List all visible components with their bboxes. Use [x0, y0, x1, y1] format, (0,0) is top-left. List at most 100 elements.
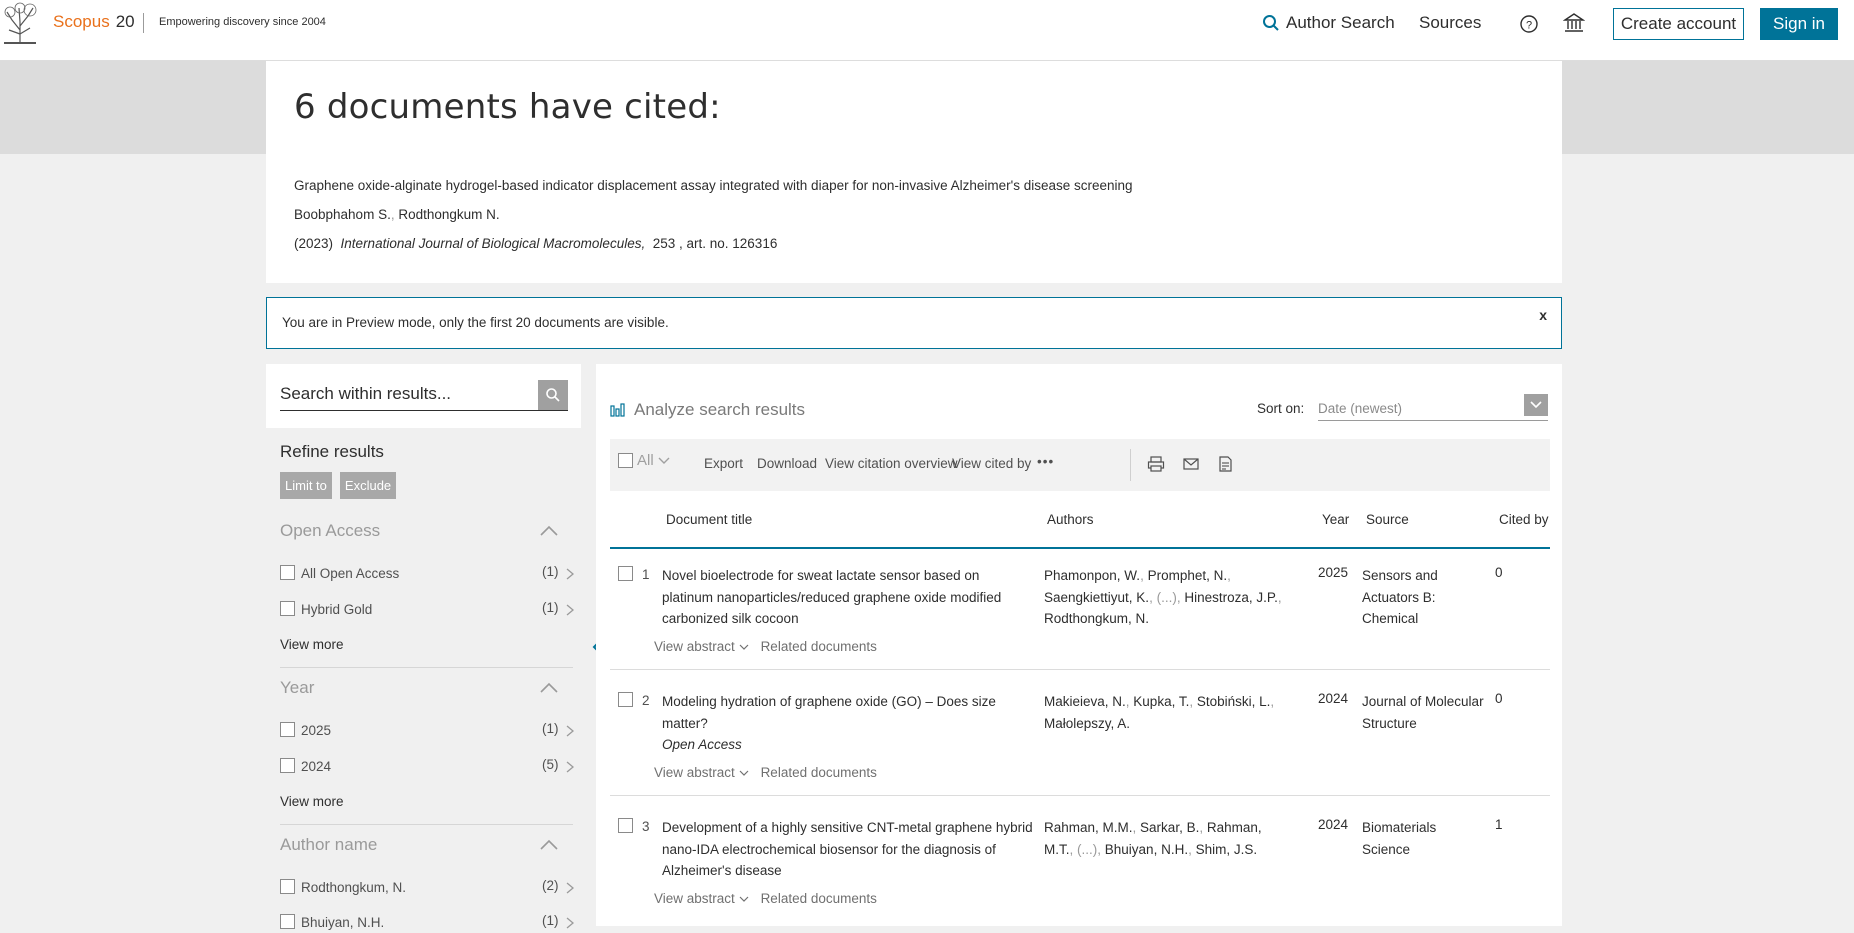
document-source-link[interactable]: Biomaterials Science — [1362, 817, 1486, 860]
authors-ellipsis[interactable]: (...) — [1157, 590, 1177, 605]
bibliography-icon[interactable] — [1216, 455, 1234, 473]
facet-item-hybrid-gold[interactable]: Hybrid Gold (1) — [280, 600, 575, 620]
view-more-open-access[interactable]: View more — [280, 637, 344, 652]
author-link[interactable]: Hinestroza, J.P. — [1184, 590, 1278, 605]
facet-item-all-open-access[interactable]: All Open Access (1) — [280, 564, 575, 584]
facet-item-count: (2) — [542, 878, 559, 893]
document-year: 2024 — [1318, 817, 1349, 832]
export-button[interactable]: Export — [704, 456, 743, 471]
row-divider — [610, 669, 1550, 670]
chevron-up-icon — [540, 839, 558, 850]
chevron-right-icon — [566, 917, 574, 929]
chevron-down-icon — [658, 457, 670, 464]
author-link[interactable]: Rodthongkum, N. — [1044, 611, 1149, 626]
authors-ellipsis[interactable]: (...) — [1077, 842, 1097, 857]
select-all-dropdown[interactable]: All — [618, 452, 670, 469]
document-source-link[interactable]: Journal of Molecular Structure — [1362, 691, 1486, 734]
exclude-button[interactable]: Exclude — [339, 472, 397, 499]
document-title-link[interactable]: Development of a highly sensitive CNT-me… — [662, 817, 1034, 882]
cited-year: (2023) — [294, 236, 334, 251]
facet-item-year-2024[interactable]: 2024 (5) — [280, 757, 575, 777]
facet-item-author[interactable]: Rodthongkum, N. (2) — [280, 878, 575, 898]
checkbox[interactable] — [280, 565, 295, 580]
cited-document-source: (2023) International Journal of Biologic… — [294, 236, 777, 251]
column-header-source[interactable]: Source — [1366, 512, 1409, 527]
cited-document-card: 6 documents have cited: Graphene oxide-a… — [266, 61, 1562, 283]
brand-name: Scopus — [53, 12, 110, 31]
author-link[interactable]: Shim, J.S. — [1196, 842, 1258, 857]
close-banner-button[interactable]: x — [1539, 307, 1547, 323]
checkbox[interactable] — [280, 914, 295, 929]
related-documents-link[interactable]: Related documents — [761, 639, 877, 654]
facet-author-name-header[interactable]: Author name — [280, 835, 563, 861]
print-icon[interactable] — [1147, 455, 1165, 473]
search-placeholder: Search within results... — [280, 384, 452, 403]
create-account-button[interactable]: Create account — [1613, 8, 1744, 40]
column-header-year[interactable]: Year — [1322, 512, 1349, 527]
view-abstract-button[interactable]: View abstract — [654, 891, 749, 906]
document-title-link[interactable]: Novel bioelectrode for sweat lactate sen… — [662, 565, 1034, 630]
checkbox[interactable] — [280, 879, 295, 894]
search-within-input[interactable]: Search within results... — [280, 378, 568, 411]
author-link[interactable]: Stobiński, L. — [1197, 694, 1271, 709]
sort-dropdown-button[interactable] — [1524, 394, 1548, 416]
email-icon[interactable] — [1182, 455, 1200, 473]
facet-item-year-2025[interactable]: 2025 (1) — [280, 721, 575, 741]
document-title-block: Modeling hydration of graphene oxide (GO… — [662, 691, 1034, 756]
author-link[interactable]: Makieieva, N. — [1044, 694, 1126, 709]
column-header-title[interactable]: Document title — [666, 512, 752, 527]
elsevier-tree-logo-icon[interactable] — [0, 0, 40, 46]
author-link[interactable]: Rahman, M.M. — [1044, 820, 1133, 835]
view-cited-by-button[interactable]: View cited by — [952, 456, 1031, 471]
sources-link[interactable]: Sources — [1419, 13, 1481, 33]
search-submit-button[interactable] — [538, 380, 568, 410]
row-checkbox[interactable] — [618, 692, 633, 707]
preview-mode-banner: You are in Preview mode, only the first … — [266, 297, 1562, 349]
row-actions: View abstract Related documents — [654, 765, 877, 780]
analyze-search-results-link[interactable]: Analyze search results — [610, 400, 805, 420]
author-search-link[interactable]: Author Search — [1262, 13, 1395, 33]
view-more-year[interactable]: View more — [280, 794, 344, 809]
more-options-button[interactable]: ••• — [1037, 454, 1054, 469]
document-title-link[interactable]: Modeling hydration of graphene oxide (GO… — [662, 694, 996, 731]
related-documents-link[interactable]: Related documents — [761, 891, 877, 906]
help-icon[interactable]: ? — [1519, 14, 1539, 34]
facet-title: Year — [280, 678, 315, 697]
institution-icon[interactable] — [1563, 12, 1585, 34]
select-all-checkbox[interactable] — [618, 453, 633, 468]
view-citation-overview-button[interactable]: View citation overview — [825, 456, 958, 471]
checkbox[interactable] — [280, 758, 295, 773]
author-link[interactable]: Kupka, T. — [1133, 694, 1189, 709]
row-checkbox[interactable] — [618, 818, 633, 833]
column-header-authors[interactable]: Authors — [1047, 512, 1094, 527]
author-link[interactable]: Promphet, N. — [1148, 568, 1228, 583]
row-checkbox[interactable] — [618, 566, 633, 581]
cited-author-link[interactable]: Rodthongkum N. — [398, 207, 499, 222]
sign-in-button[interactable]: Sign in — [1760, 8, 1838, 40]
facet-item-author[interactable]: Bhuiyan, N.H. (1) — [280, 913, 575, 933]
facet-open-access-header[interactable]: Open Access — [280, 521, 563, 547]
author-link[interactable]: Małolepszy, A. — [1044, 716, 1130, 731]
cited-author-link[interactable]: Boobphahom S. — [294, 207, 391, 222]
facet-year-header[interactable]: Year — [280, 678, 563, 704]
document-year: 2025 — [1318, 565, 1349, 580]
document-source-link[interactable]: Sensors and Actuators B: Chemical — [1362, 565, 1486, 630]
download-button[interactable]: Download — [757, 456, 817, 471]
facet-item-label: All Open Access — [301, 566, 400, 581]
author-link[interactable]: Phamonpon, W. — [1044, 568, 1140, 583]
view-abstract-button[interactable]: View abstract — [654, 639, 749, 654]
svg-text:?: ? — [1526, 20, 1532, 32]
view-abstract-button[interactable]: View abstract — [654, 765, 749, 780]
document-authors: Makieieva, N., Kupka, T., Stobiński, L.,… — [1044, 694, 1275, 731]
facet-item-label: Hybrid Gold — [301, 602, 373, 617]
checkbox[interactable] — [280, 601, 295, 616]
scopus-logo-link[interactable]: Scopus 20 — [53, 12, 135, 32]
author-link[interactable]: Sarkar, B. — [1140, 820, 1199, 835]
author-link[interactable]: Saengkiettiyut, K. — [1044, 590, 1149, 605]
checkbox[interactable] — [280, 722, 295, 737]
column-header-cited-by[interactable]: Cited by — [1499, 512, 1549, 527]
limit-to-button[interactable]: Limit to — [280, 472, 332, 499]
sort-select[interactable]: Date (newest) — [1318, 392, 1548, 421]
related-documents-link[interactable]: Related documents — [761, 765, 877, 780]
author-link[interactable]: Bhuiyan, N.H. — [1105, 842, 1188, 857]
